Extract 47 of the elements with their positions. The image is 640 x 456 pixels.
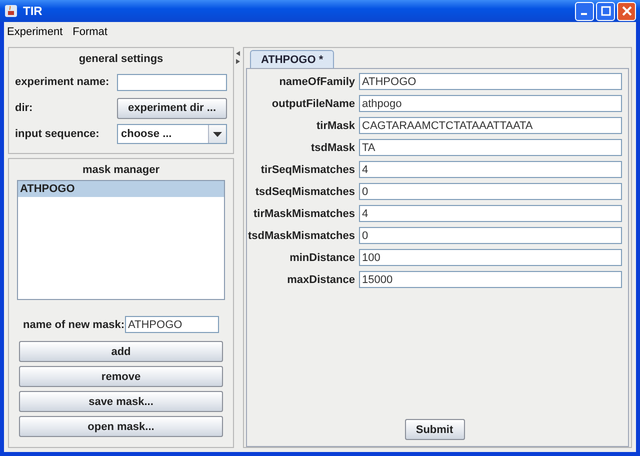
field-label: input sequence:	[15, 128, 100, 140]
maximize-icon	[600, 6, 610, 16]
close-icon	[622, 6, 632, 16]
action-button[interactable]: add	[19, 341, 223, 362]
field-label: maxDistance	[286, 274, 355, 286]
input-field[interactable]: 4	[359, 205, 622, 222]
panel-title: mask manager	[81, 163, 161, 178]
action-button[interactable]: open mask...	[19, 416, 223, 437]
action-button[interactable]: remove	[19, 366, 223, 387]
field-label: tsdMaskMismatches	[247, 230, 355, 242]
list-item[interactable]: ATHPOGO	[18, 181, 224, 197]
field-label: outputFileName	[270, 98, 355, 110]
minimize-button[interactable]	[575, 2, 594, 20]
menu-item[interactable]: Format	[72, 26, 108, 38]
input-field[interactable]: athpogo	[359, 95, 622, 112]
panel-title: general settings	[78, 52, 164, 67]
tab[interactable]: ATHPOGO *	[250, 50, 334, 68]
input-field[interactable]: 4	[359, 161, 622, 178]
field-label: name of new mask:	[23, 318, 124, 330]
input-field[interactable]: CAGTARAAMCTCTATAAATTAATA	[359, 117, 622, 134]
input-field[interactable]: ATHPOGO	[125, 316, 219, 333]
field-label: tirMask	[315, 120, 355, 132]
input-field[interactable]: TA	[359, 139, 622, 156]
menu-item[interactable]: Experiment	[7, 26, 63, 38]
field-label: tirSeqMismatches	[260, 164, 355, 176]
field-label: tsdSeqMismatches	[254, 186, 355, 198]
input-field[interactable]: 100	[359, 249, 622, 266]
dropdown-arrow-icon	[213, 132, 222, 136]
maximize-button[interactable]	[596, 2, 615, 20]
submit-button[interactable]: Submit	[404, 419, 464, 440]
window-title: TIR	[23, 4, 42, 18]
dropdown[interactable]: choose ...	[117, 124, 227, 144]
input-field[interactable]	[117, 74, 227, 90]
input-field[interactable]: 15000	[359, 271, 622, 288]
input-field[interactable]: 0	[359, 227, 622, 244]
collapse-arrows-icon[interactable]	[236, 51, 241, 65]
dir-button[interactable]: experiment dir ...	[117, 98, 227, 118]
close-button[interactable]	[617, 2, 636, 20]
field-label: tirMaskMismatches	[252, 208, 355, 220]
field-label: tsdMask	[310, 142, 355, 154]
field-label: minDistance	[288, 252, 355, 264]
field-label: nameOfFamily	[278, 76, 355, 88]
input-field[interactable]: ATHPOGO	[359, 73, 622, 90]
action-button[interactable]: save mask...	[19, 391, 223, 412]
field-label: dir:	[15, 102, 33, 114]
field-label: experiment name:	[15, 76, 110, 88]
input-field[interactable]: 0	[359, 183, 622, 200]
